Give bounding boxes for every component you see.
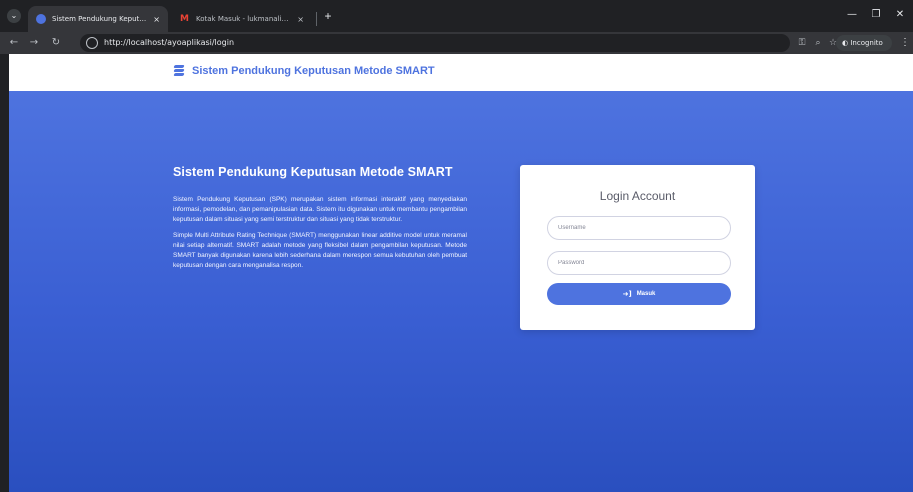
password-input[interactable] bbox=[547, 251, 731, 275]
new-tab-button[interactable]: + bbox=[320, 8, 336, 24]
menu-icon[interactable]: ⋮ bbox=[900, 36, 910, 50]
forward-icon[interactable]: → bbox=[26, 35, 42, 51]
site-navbar: Sistem Pendukung Keputusan Metode SMART bbox=[9, 54, 913, 91]
close-tab-icon[interactable]: × bbox=[297, 15, 304, 24]
address-bar[interactable]: http://localhost/ayoaplikasi/login bbox=[80, 34, 790, 52]
login-button-label: Masuk bbox=[636, 291, 656, 297]
browser-toolbar: ← → ↻ http://localhost/ayoaplikasi/login… bbox=[0, 32, 913, 54]
sign-in-icon: ➜] bbox=[622, 290, 632, 298]
login-button[interactable]: ➜] Masuk bbox=[547, 283, 731, 305]
restore-icon[interactable]: ❐ bbox=[866, 6, 886, 24]
close-window-icon[interactable]: ✕ bbox=[890, 6, 910, 24]
login-card: Login Account ➜] Masuk bbox=[520, 165, 755, 330]
username-input[interactable] bbox=[547, 216, 731, 240]
tab-title: Sistem Pendukung Keputusan bbox=[52, 15, 148, 23]
info-panel: Sistem Pendukung Keputusan Metode SMART … bbox=[173, 165, 467, 277]
info-title: Sistem Pendukung Keputusan Metode SMART bbox=[173, 165, 453, 179]
brand-link[interactable]: Sistem Pendukung Keputusan Metode SMART bbox=[173, 65, 435, 77]
tab-separator bbox=[316, 12, 317, 26]
spk-favicon-icon bbox=[36, 14, 46, 24]
back-icon[interactable]: ← bbox=[6, 35, 22, 51]
tab-gmail[interactable]: M Kotak Masuk - lukmanaliyasin × bbox=[172, 6, 312, 32]
zoom-icon[interactable]: ⌕ bbox=[811, 36, 825, 50]
close-tab-icon[interactable]: × bbox=[153, 15, 160, 24]
gmail-favicon-icon: M bbox=[180, 14, 189, 24]
tab-title: Kotak Masuk - lukmanaliyasin bbox=[196, 15, 292, 23]
info-paragraph-smart: Simple Multi Attribute Rating Technique … bbox=[173, 232, 467, 269]
brand-text: Sistem Pendukung Keputusan Metode SMART bbox=[192, 65, 435, 77]
hero-section: Sistem Pendukung Keputusan Metode SMART … bbox=[9, 91, 913, 492]
layers-icon bbox=[173, 65, 185, 77]
reload-icon[interactable]: ↻ bbox=[48, 35, 64, 51]
url-text[interactable]: http://localhost/ayoaplikasi/login bbox=[104, 38, 234, 47]
tab-search-icon[interactable]: ⌄ bbox=[7, 9, 21, 23]
browser-tab-bar: ⌄ Sistem Pendukung Keputusan × M Kotak M… bbox=[0, 0, 913, 32]
minimize-icon[interactable]: — bbox=[842, 6, 862, 24]
login-title: Login Account bbox=[599, 189, 676, 203]
incognito-label: Incognito bbox=[850, 39, 883, 47]
password-key-icon[interactable]: ⚿ bbox=[795, 36, 809, 50]
info-paragraph-spk: Sistem Pendukung Keputusan (SPK) merupak… bbox=[173, 196, 467, 223]
tab-spk[interactable]: Sistem Pendukung Keputusan × bbox=[28, 6, 168, 32]
incognito-badge[interactable]: ◐ Incognito bbox=[836, 35, 892, 51]
web-page: Sistem Pendukung Keputusan Metode SMART … bbox=[9, 54, 913, 492]
site-info-icon[interactable] bbox=[86, 37, 98, 49]
